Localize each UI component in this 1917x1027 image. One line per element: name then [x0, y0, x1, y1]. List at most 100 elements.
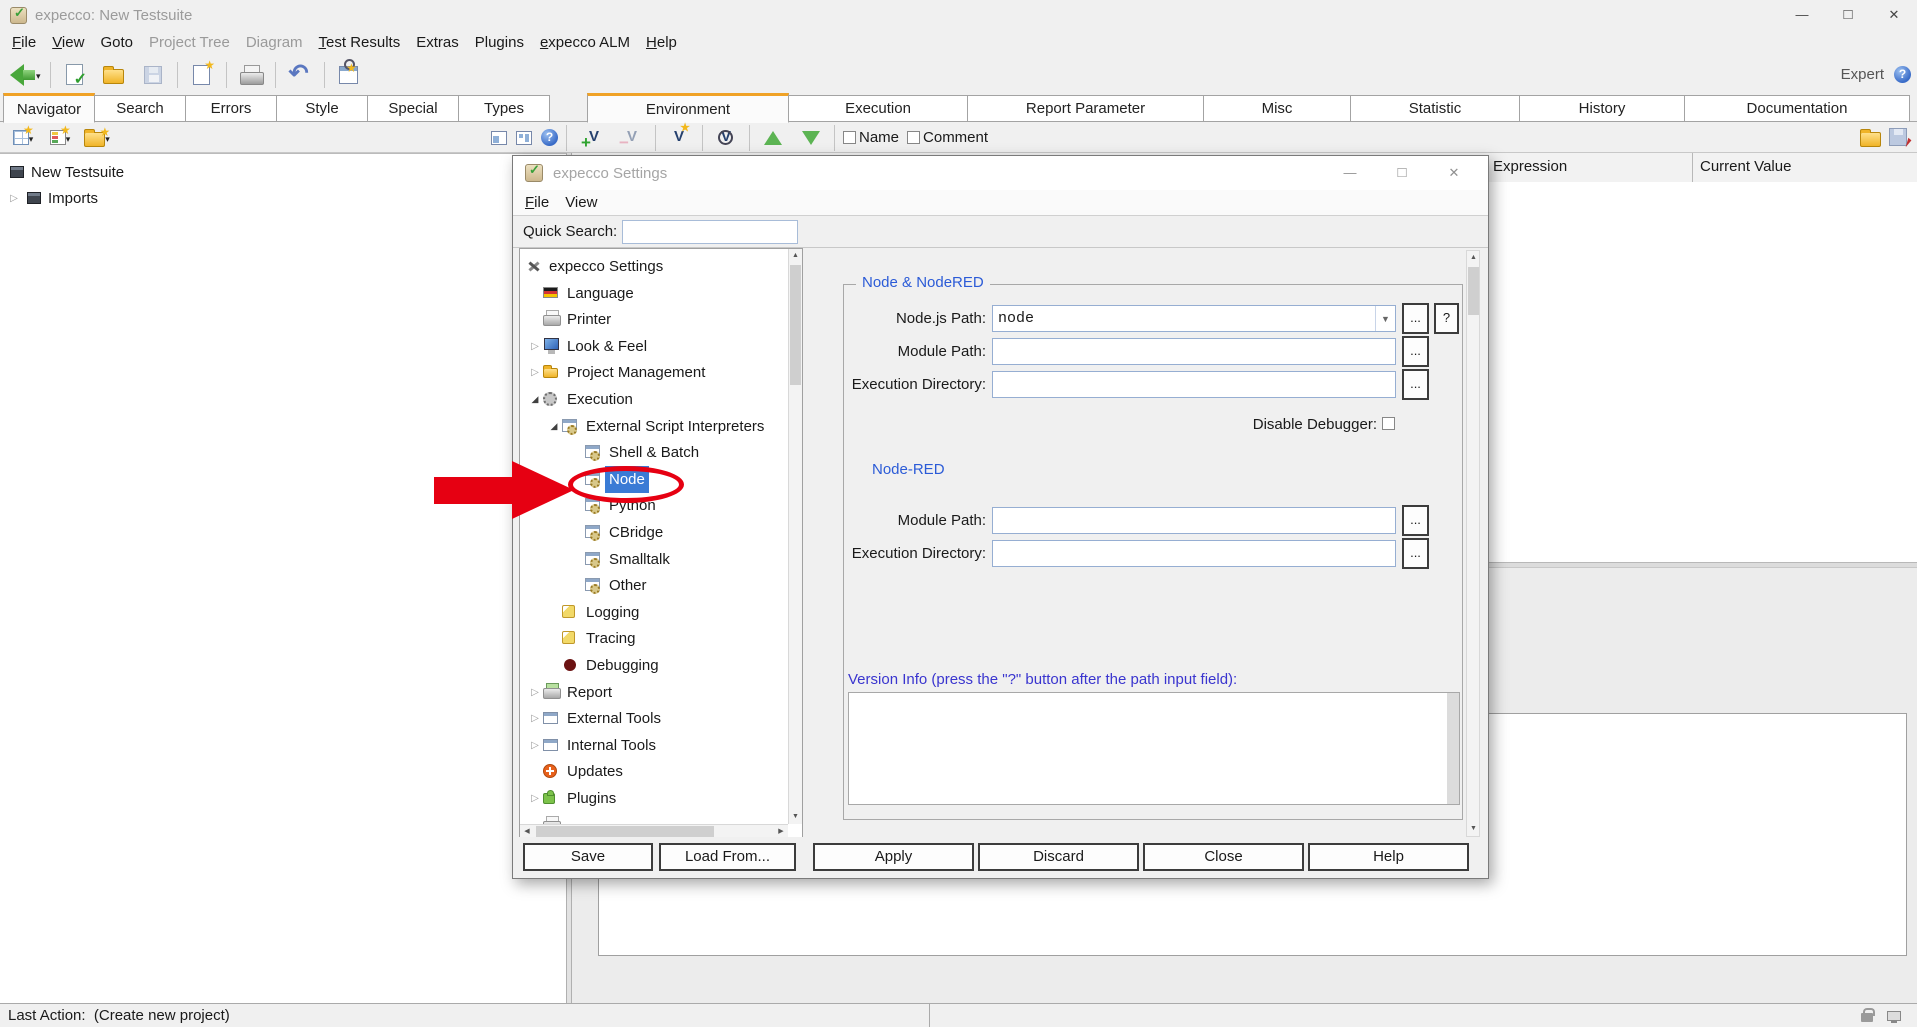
settings-tree-item-updates[interactable]: Updates — [520, 758, 788, 785]
settings-tree-item-internal-tools[interactable]: Internal Tools — [520, 732, 788, 759]
scrollbar-thumb[interactable] — [790, 265, 801, 385]
combo-dropdown-icon[interactable]: ▼ — [1375, 306, 1395, 331]
settings-tree-item-execution[interactable]: Execution — [520, 386, 788, 413]
menu-expecco-alm[interactable]: expecco ALM — [532, 31, 638, 55]
expander-collapsed-icon[interactable] — [528, 333, 542, 360]
menu-project-tree[interactable]: Project Tree — [141, 31, 238, 55]
nodered-execution-directory-input[interactable] — [992, 540, 1396, 567]
dialog-minimize-button[interactable] — [1324, 156, 1376, 190]
scrollbar-thumb[interactable] — [1468, 267, 1479, 315]
menu-goto[interactable]: Goto — [92, 31, 141, 55]
nodejs-path-help-button[interactable]: ? — [1434, 303, 1459, 334]
execution-directory-browse-button[interactable]: ... — [1402, 369, 1429, 400]
settings-tree-item-other[interactable]: Other — [520, 572, 788, 599]
quick-search-input[interactable] — [622, 220, 798, 244]
scroll-up-icon[interactable] — [1467, 251, 1480, 265]
name-checkbox[interactable] — [843, 131, 856, 144]
move-down-button[interactable] — [796, 123, 826, 153]
new-folder-button[interactable] — [82, 123, 112, 153]
settings-tree-item-logging[interactable]: Logging — [520, 599, 788, 626]
settings-tree-item-expecco-settings[interactable]: expecco Settings — [520, 253, 788, 280]
new-window-button[interactable] — [187, 60, 217, 90]
comment-checkbox[interactable] — [907, 131, 920, 144]
scroll-up-icon[interactable] — [789, 249, 802, 263]
tab-statistic[interactable]: Statistic — [1350, 95, 1520, 122]
add-variable-button[interactable] — [579, 123, 609, 153]
settings-tree-item-smalltalk[interactable]: Smalltalk — [520, 546, 788, 573]
save-button[interactable] — [138, 60, 168, 90]
nodejs-path-input[interactable]: node ▼ — [992, 305, 1396, 332]
settings-tree-item-language[interactable]: Language — [520, 280, 788, 307]
print-button[interactable] — [236, 60, 266, 90]
help-button[interactable]: Help — [1308, 843, 1469, 871]
tab-search[interactable]: Search — [94, 95, 186, 122]
window-layout-icon[interactable] — [491, 131, 507, 145]
settings-tree-item-project-management[interactable]: Project Management — [520, 359, 788, 386]
expander-collapsed-icon[interactable] — [528, 679, 542, 706]
column-header-expression[interactable]: Expression — [1486, 153, 1693, 182]
new-testplan-button[interactable] — [8, 123, 38, 153]
menu-help[interactable]: Help — [638, 31, 685, 55]
scroll-down-icon[interactable] — [1467, 822, 1480, 836]
menu-extras[interactable]: Extras — [408, 31, 467, 55]
expander-expanded-icon[interactable] — [528, 386, 542, 413]
expander-collapsed-icon[interactable] — [528, 705, 542, 732]
nodered-module-path-input[interactable] — [992, 507, 1396, 534]
tab-special[interactable]: Special — [367, 95, 459, 122]
validate-button[interactable] — [60, 60, 90, 90]
nodered-module-path-browse-button[interactable]: ... — [1402, 505, 1429, 536]
minimize-button[interactable] — [1779, 0, 1825, 30]
tab-documentation[interactable]: Documentation — [1684, 95, 1910, 122]
column-header-current-value[interactable]: Current Value — [1693, 153, 1917, 182]
tab-errors[interactable]: Errors — [185, 95, 277, 122]
new-special-variable-button[interactable] — [664, 123, 694, 153]
content-vertical-scrollbar[interactable] — [1466, 250, 1480, 837]
tree-vertical-scrollbar[interactable] — [788, 249, 802, 824]
tree-horizontal-scrollbar[interactable] — [520, 824, 788, 838]
load-from-button[interactable]: Load From... — [659, 843, 796, 871]
project-tree-item-imports[interactable]: ▷ Imports — [8, 185, 98, 211]
settings-tree-item-plugins[interactable]: Plugins — [520, 785, 788, 812]
remove-variable-button[interactable] — [617, 123, 647, 153]
settings-tree-item-tracing[interactable]: Tracing — [520, 625, 788, 652]
navigator-help-icon[interactable] — [541, 129, 558, 146]
browse-classes-button[interactable] — [334, 60, 364, 90]
expander-collapsed-icon[interactable]: ▷ — [8, 193, 20, 204]
module-path-browse-button[interactable]: ... — [1402, 336, 1429, 367]
dialog-menu-file[interactable]: File — [517, 191, 557, 215]
execution-directory-input[interactable] — [992, 371, 1396, 398]
settings-tree-item-external-script-interpreters[interactable]: External Script Interpreters — [520, 413, 788, 440]
help-icon[interactable] — [1894, 66, 1911, 83]
disable-debugger-checkbox[interactable] — [1382, 417, 1395, 430]
version-info-textarea[interactable] — [848, 692, 1460, 805]
load-environment-icon[interactable] — [1860, 132, 1881, 147]
tab-environment[interactable]: Environment — [587, 93, 789, 123]
expander-expanded-icon[interactable] — [547, 413, 561, 440]
open-project-button[interactable] — [99, 60, 129, 90]
dialog-menu-view[interactable]: View — [557, 191, 605, 215]
discard-button[interactable]: Discard — [978, 843, 1139, 871]
menu-file[interactable]: File — [4, 31, 44, 55]
close-button[interactable] — [1871, 0, 1917, 30]
expander-collapsed-icon[interactable] — [528, 732, 542, 759]
dialog-titlebar[interactable]: expecco Settings — [513, 156, 1488, 190]
expander-collapsed-icon[interactable] — [528, 785, 542, 812]
menu-plugins[interactable]: Plugins — [467, 31, 532, 55]
scrollbar-thumb[interactable] — [536, 826, 714, 837]
nodejs-path-browse-button[interactable]: ... — [1402, 303, 1429, 334]
menu-test-results[interactable]: Test Results — [311, 31, 409, 55]
settings-tree-item-external-tools[interactable]: External Tools — [520, 705, 788, 732]
settings-tree-item-printer[interactable]: Printer — [520, 306, 788, 333]
move-up-button[interactable] — [758, 123, 788, 153]
tab-history[interactable]: History — [1519, 95, 1685, 122]
undo-button[interactable] — [285, 60, 315, 90]
maximize-button[interactable] — [1825, 0, 1871, 30]
expander-collapsed-icon[interactable] — [528, 359, 542, 386]
tab-types[interactable]: Types — [458, 95, 550, 122]
save-environment-icon[interactable] — [1889, 128, 1907, 146]
dialog-close-button[interactable] — [1428, 156, 1480, 190]
tab-report-parameter[interactable]: Report Parameter — [967, 95, 1204, 122]
tab-navigator[interactable]: Navigator — [3, 93, 95, 123]
close-button[interactable]: Close — [1143, 843, 1304, 871]
back-button[interactable] — [10, 60, 41, 90]
